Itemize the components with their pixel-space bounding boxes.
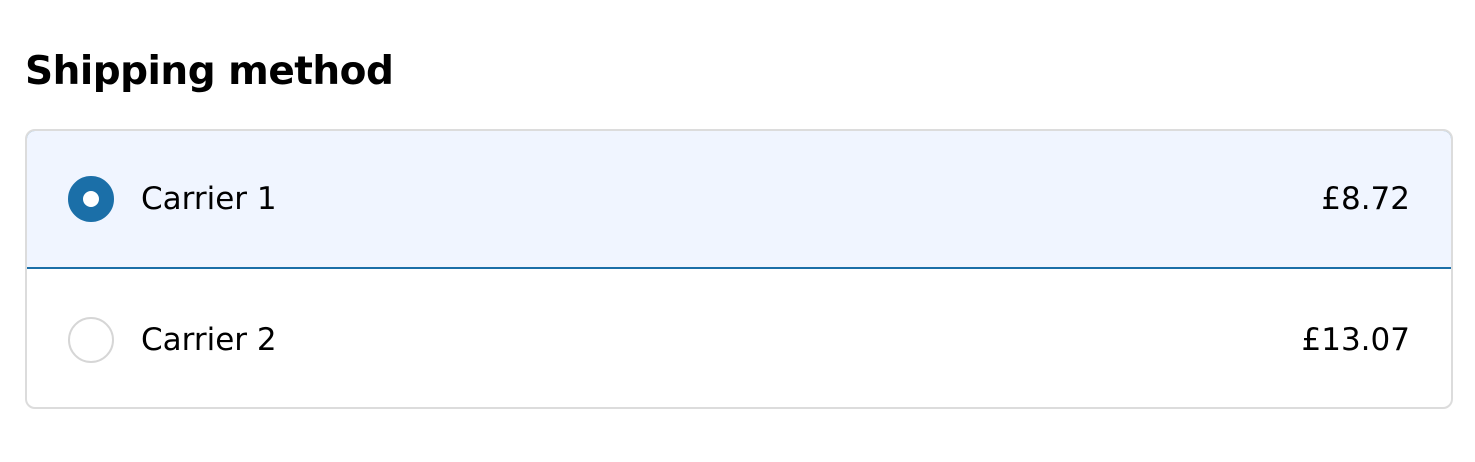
radio-button-unselected[interactable] [68, 317, 114, 363]
option-label: Carrier 2 [141, 322, 277, 358]
option-price: £13.07 [1301, 322, 1410, 358]
option-label: Carrier 1 [141, 181, 277, 217]
option-price: £8.72 [1321, 181, 1410, 217]
shipping-options-list: Carrier 1 £8.72 Carrier 2 £13.07 [25, 129, 1453, 409]
shipping-option-carrier-1[interactable]: Carrier 1 £8.72 [27, 131, 1451, 269]
shipping-option-carrier-2[interactable]: Carrier 2 £13.07 [27, 270, 1451, 407]
radio-button-selected[interactable] [68, 176, 114, 222]
section-title: Shipping method [25, 49, 394, 94]
